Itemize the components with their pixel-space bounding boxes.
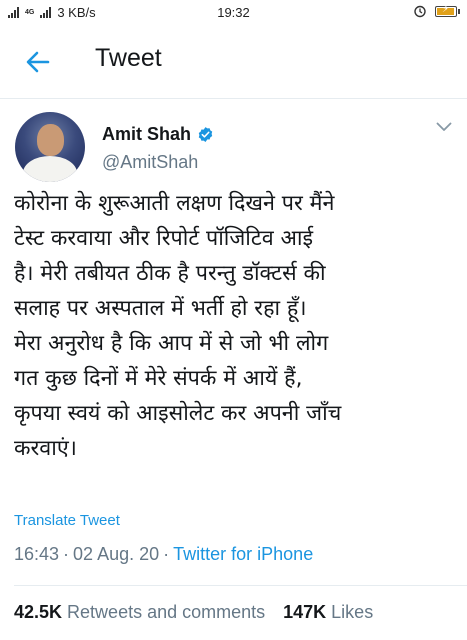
battery-icon: ⚡ (435, 4, 460, 17)
tweet-text: कोरोना के शुरूआती लक्षण दिखने पर मैंने ट… (14, 186, 460, 466)
status-bar: 4G 3 KB/s 19:32 ⚡ (0, 0, 467, 26)
author-name[interactable]: Amit Shah (102, 124, 191, 145)
tweet-line: टेस्ट करवाया और रिपोर्ट पॉजिटिव आई (14, 226, 314, 251)
likes-count: 147K (283, 602, 327, 622)
back-arrow-icon[interactable] (24, 48, 52, 76)
tweet-time: 16:43 (14, 544, 60, 564)
tweet-line: सलाह पर अस्पताल में भर्ती हो रहा हूँ। (14, 296, 307, 321)
tweet-source-link[interactable]: Twitter for iPhone (173, 544, 313, 565)
status-right: ⚡ (413, 4, 460, 18)
divider (14, 585, 467, 586)
tweet-line: कोरोना के शुरूआती लक्षण दिखने पर मैंने (14, 191, 335, 216)
tweet-line: मेरा अनुरोध है कि आप में से जो भी लोग (14, 331, 329, 356)
avatar[interactable] (15, 112, 85, 182)
alarm-icon (414, 5, 426, 18)
retweets-count: 42.5K (14, 602, 63, 622)
author-handle[interactable]: @AmitShah (102, 152, 198, 173)
author-name-row[interactable]: Amit Shah (102, 124, 214, 145)
top-app-bar: Tweet (0, 26, 467, 99)
page-title: Tweet (95, 44, 162, 72)
retweets-stat[interactable]: 42.5K Retweets and comments (14, 602, 265, 623)
tweet-stats: 42.5K Retweets and comments 147K Likes (14, 602, 373, 623)
tweet-line: है। मेरी तबीयत ठीक है परन्तु डॉक्टर्स की (14, 261, 326, 286)
likes-label: Likes (331, 602, 374, 622)
chevron-down-icon[interactable] (436, 122, 452, 132)
tweet-date: 02 Aug. 20 (73, 544, 160, 564)
likes-stat[interactable]: 147K Likes (283, 602, 373, 623)
tweet-line: कृपया स्वयं को आइसोलेट कर अपनी जाँच (14, 401, 342, 426)
translate-tweet-link[interactable]: Translate Tweet (14, 512, 120, 529)
tweet-line: गत कुछ दिनों में मेरे संपर्क में आयें है… (14, 366, 303, 391)
meta-separator: · (63, 544, 70, 564)
meta-separator: · (163, 544, 170, 564)
tweet-meta: 16:43 · 02 Aug. 20 · Twitter for iPhone (14, 544, 313, 565)
verified-badge-icon (198, 127, 213, 142)
tweet-line: करवाएं। (14, 436, 77, 461)
status-time: 19:32 (217, 5, 250, 20)
retweets-label: Retweets and comments (67, 602, 266, 622)
